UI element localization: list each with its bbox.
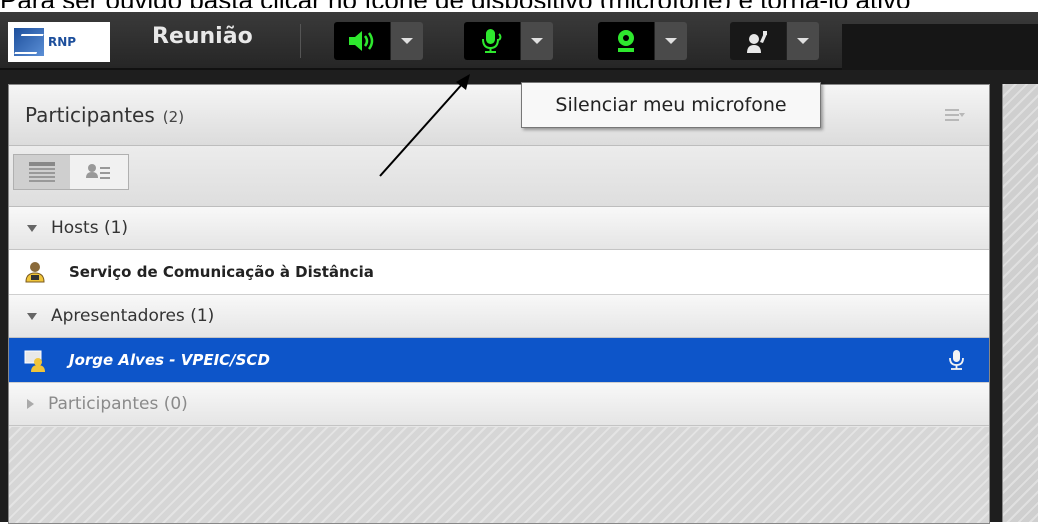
chevron-down-icon xyxy=(665,38,677,44)
pod-title-text: Participantes xyxy=(25,103,155,127)
pod-header: Participantes (2) xyxy=(9,85,989,146)
detail-view-button[interactable] xyxy=(70,155,126,189)
group-label: Apresentadores (1) xyxy=(51,306,215,326)
speaker-icon xyxy=(349,31,374,51)
chevron-down-icon xyxy=(401,38,413,44)
side-pod-area xyxy=(1002,84,1038,522)
annotation-arrow xyxy=(379,74,470,177)
microphone-icon xyxy=(482,29,502,53)
group-label: Participantes (0) xyxy=(48,394,188,414)
group-label: Hosts (1) xyxy=(51,218,129,238)
meeting-menu-title[interactable]: Reunião xyxy=(152,24,253,49)
rnp-logo-mark xyxy=(14,28,44,56)
toolbar-divider xyxy=(300,24,301,58)
raise-hand-button[interactable] xyxy=(730,22,786,60)
microphone-dropdown-button[interactable] xyxy=(520,22,553,60)
participant-name: Jorge Alves - VPEIC/SCD xyxy=(69,351,270,369)
webcam-icon xyxy=(618,30,634,52)
microphone-control xyxy=(464,22,553,60)
rnp-logo: RNP xyxy=(8,22,110,62)
caret-right-icon xyxy=(27,399,34,409)
caret-down-icon xyxy=(27,224,37,232)
logo-text: RNP xyxy=(48,35,77,49)
speaker-control xyxy=(334,22,423,60)
participant-count: (2) xyxy=(162,108,185,126)
raise-hand-icon xyxy=(747,31,767,53)
status-control xyxy=(730,22,819,60)
caret-down-icon xyxy=(27,312,37,320)
speaker-button[interactable] xyxy=(334,22,390,60)
group-presenters[interactable]: Apresentadores (1) xyxy=(9,295,989,338)
group-participants[interactable]: Participantes (0) xyxy=(9,383,989,426)
participant-name: Serviço de Comunicação à Distância xyxy=(69,263,374,281)
webcam-dropdown-button[interactable] xyxy=(654,22,687,60)
list-view-button[interactable] xyxy=(14,155,70,189)
speaker-dropdown-button[interactable] xyxy=(390,22,423,60)
view-toolbar xyxy=(9,146,989,207)
webcam-control xyxy=(598,22,687,60)
webcam-button[interactable] xyxy=(598,22,654,60)
meeting-toolbar: RNP Reunião xyxy=(0,12,1038,80)
list-view-icon xyxy=(29,162,55,182)
group-hosts[interactable]: Hosts (1) xyxy=(9,207,989,250)
participants-pod: Participantes (2) Hosts (1) Serviço de C… xyxy=(8,84,990,524)
mute-tooltip: Silenciar meu microfone xyxy=(521,82,821,128)
participant-row-selected[interactable]: Jorge Alves - VPEIC/SCD xyxy=(9,338,989,383)
host-user-icon xyxy=(25,262,45,283)
microphone-button[interactable] xyxy=(464,22,520,60)
chevron-down-icon xyxy=(531,38,543,44)
empty-list-area xyxy=(9,427,989,523)
instruction-caption: Para ser ouvido basta clicar no ícone de… xyxy=(0,0,1038,8)
chevron-down-icon xyxy=(797,38,809,44)
pod-options-icon[interactable] xyxy=(945,109,965,123)
contact-card-icon xyxy=(86,164,110,179)
pod-title: Participantes (2) xyxy=(25,103,184,127)
participant-row[interactable]: Serviço de Comunicação à Distância xyxy=(9,250,989,295)
view-toggle-group xyxy=(13,154,129,190)
microphone-icon[interactable] xyxy=(947,348,967,372)
status-dropdown-button[interactable] xyxy=(786,22,819,60)
presenter-user-icon xyxy=(24,350,45,372)
